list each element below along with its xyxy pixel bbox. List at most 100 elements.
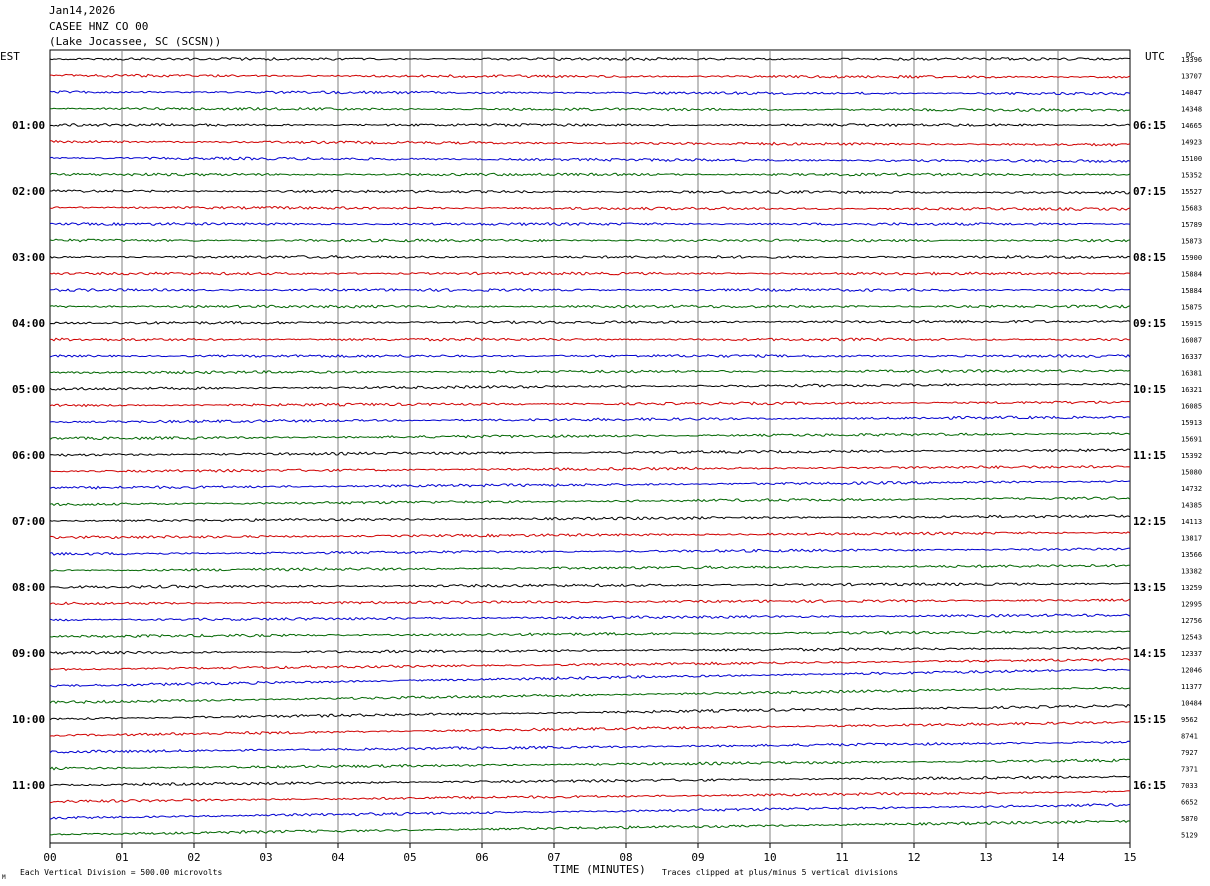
left-hour-label-6: 06:00 (12, 449, 45, 462)
dc-value-row-18: 16087 (1181, 337, 1202, 345)
dc-value-row-35: 12756 (1181, 617, 1202, 625)
dc-value-row-22: 16085 (1181, 403, 1202, 411)
trace-row-18 (50, 337, 1131, 342)
dc-value-row-23: 15913 (1181, 419, 1202, 427)
dc-value-row-20: 16381 (1181, 370, 1202, 378)
dc-value-row-40: 10484 (1181, 700, 1202, 708)
right-hour-label-7: 12:15 (1133, 515, 1166, 528)
x-tick-label-12: 12 (907, 851, 920, 864)
trace-row-19 (49, 353, 1131, 359)
right-hour-label-5: 10:15 (1133, 383, 1166, 396)
dc-value-row-16: 15875 (1181, 304, 1202, 312)
trace-row-17 (49, 319, 1131, 325)
dc-value-row-34: 12995 (1181, 601, 1202, 609)
dc-value-row-4: 14348 (1181, 106, 1202, 114)
trace-row-23 (49, 415, 1131, 424)
trace-row-41 (49, 703, 1131, 721)
dc-value-row-5: 14665 (1181, 122, 1202, 130)
trace-row-38 (49, 658, 1131, 671)
dc-value-row-2: 13707 (1181, 73, 1202, 81)
dc-value-row-24: 15691 (1181, 436, 1202, 444)
dc-value-row-27: 14732 (1181, 485, 1202, 493)
left-hour-label-11: 11:00 (12, 779, 45, 792)
left-axis-title: EST (0, 50, 20, 63)
dc-value-row-41: 9562 (1181, 716, 1198, 724)
x-axis-title: TIME (MINUTES) (553, 863, 646, 876)
x-tick-label-00: 00 (43, 851, 56, 864)
dc-value-row-43: 7927 (1181, 749, 1198, 757)
x-tick-label-14: 14 (1051, 851, 1065, 864)
right-hour-label-10: 15:15 (1133, 713, 1166, 726)
trace-row-6 (49, 139, 1131, 147)
x-tick-label-06: 06 (475, 851, 488, 864)
trace-row-16 (49, 304, 1131, 309)
trace-row-3 (49, 90, 1131, 96)
right-hour-label-9: 14:15 (1133, 647, 1166, 660)
left-hour-label-7: 07:00 (12, 515, 45, 528)
trace-row-37 (49, 646, 1130, 655)
x-tick-label-13: 13 (979, 851, 992, 864)
trace-row-46 (49, 790, 1131, 804)
clip-note: Traces clipped at plus/minus 5 vertical … (662, 868, 898, 877)
x-tick-label-15: 15 (1123, 851, 1136, 864)
trace-row-8 (49, 172, 1131, 177)
left-hour-label-9: 09:00 (12, 647, 45, 660)
dc-value-row-30: 13817 (1181, 535, 1202, 543)
right-hour-label-8: 13:15 (1133, 581, 1166, 594)
trace-row-7 (49, 156, 1131, 163)
dc-value-row-7: 15100 (1181, 155, 1202, 163)
dc-value-row-45: 7033 (1181, 782, 1198, 790)
left-hour-label-4: 04:00 (12, 317, 45, 330)
trace-row-32 (49, 563, 1130, 572)
trace-layer (49, 56, 1131, 836)
scale-note: Each Vertical Division = 500.00 microvol… (20, 868, 222, 877)
trace-row-14 (49, 271, 1131, 276)
trace-row-45 (49, 775, 1131, 787)
dc-value-row-15: 15884 (1181, 287, 1202, 295)
dc-value-row-11: 15789 (1181, 221, 1202, 229)
x-tick-label-05: 05 (403, 851, 416, 864)
right-hour-label-11: 16:15 (1133, 779, 1166, 792)
trace-row-9 (50, 189, 1131, 195)
trace-row-2 (50, 73, 1131, 79)
trace-row-30 (49, 531, 1131, 540)
trace-row-27 (49, 480, 1131, 490)
trace-row-40 (49, 686, 1131, 705)
trace-row-24 (49, 432, 1131, 441)
trace-row-20 (49, 369, 1131, 375)
dc-value-row-32: 13382 (1181, 568, 1202, 576)
left-hour-label-2: 02:00 (12, 185, 45, 198)
dc-value-row-39: 11377 (1181, 683, 1202, 691)
dc-value-row-12: 15873 (1181, 238, 1202, 246)
grid (49, 49, 1131, 848)
trace-row-33 (49, 582, 1131, 589)
dc-value-row-44: 7371 (1181, 766, 1198, 774)
trace-row-43 (49, 740, 1131, 754)
trace-row-47 (49, 803, 1131, 820)
right-hour-label-3: 08:15 (1133, 251, 1166, 264)
trace-row-10 (49, 205, 1131, 212)
trace-row-34 (49, 598, 1131, 606)
left-hour-label-10: 10:00 (12, 713, 45, 726)
left-hour-label-3: 03:00 (12, 251, 45, 264)
x-tick-label-07: 07 (547, 851, 560, 864)
dc-value-row-47: 5870 (1181, 815, 1198, 823)
trace-row-39 (49, 668, 1130, 688)
trace-row-15 (49, 288, 1131, 293)
trace-row-1 (49, 56, 1131, 62)
right-hour-label-1: 06:15 (1133, 119, 1166, 132)
dc-value-row-21: 16321 (1181, 386, 1202, 394)
x-tick-label-03: 03 (259, 851, 272, 864)
right-axis-title: UTC (1145, 50, 1165, 63)
right-hour-label-4: 09:15 (1133, 317, 1166, 330)
trace-row-29 (49, 514, 1131, 523)
trace-row-25 (49, 448, 1131, 457)
dc-value-row-1: 13396 (1181, 56, 1202, 64)
dc-value-row-8: 15352 (1181, 172, 1202, 180)
trace-row-22 (49, 400, 1131, 408)
dc-value-row-6: 14923 (1181, 139, 1202, 147)
helicorder-chart: EST UTC DC Each Vertical Division = 500.… (0, 49, 1202, 881)
trace-row-35 (49, 613, 1131, 622)
dc-value-row-19: 16337 (1181, 353, 1202, 361)
trace-row-42 (49, 721, 1131, 737)
